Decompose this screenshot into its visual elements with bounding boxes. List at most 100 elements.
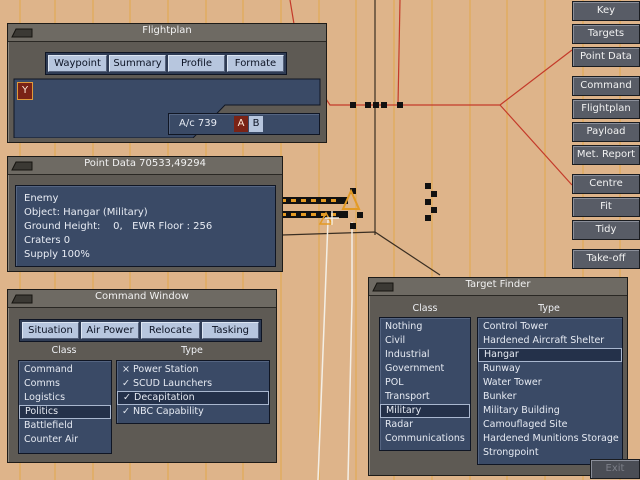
payload-button[interactable]: Payload [572,122,640,142]
flightplan-titlebar[interactable]: Flightplan [8,24,326,42]
command-class-item[interactable]: Counter Air [19,433,111,447]
command-button[interactable]: Command [572,76,640,96]
command-class-item[interactable]: Logistics [19,391,111,405]
command-type-item[interactable]: ✓ NBC Capability [117,405,269,419]
command-title: Command Window [94,291,189,302]
target-class-list: Nothing Civil Industrial Government POL … [379,317,471,451]
tab-profile[interactable]: Profile [168,55,225,72]
target-type-item-selected[interactable]: Hangar [478,348,622,362]
tidy-button[interactable]: Tidy [572,220,640,240]
target-class-header: Class [412,303,438,314]
command-titlebar[interactable]: Command Window [8,290,276,308]
target-type-item[interactable]: Water Tower [478,376,622,390]
target-type-item[interactable]: Runway [478,362,622,376]
waypoint-y[interactable]: Y [17,82,33,100]
tab-formate[interactable]: Formate [227,55,284,72]
targets-button[interactable]: Targets [572,24,640,44]
tab-air-power[interactable]: Air Power [81,322,139,339]
exit-button[interactable]: Exit [590,459,640,479]
target-type-item[interactable]: Military Building [478,404,622,418]
target-class-item[interactable]: Nothing [380,320,470,334]
point-data-supply: Supply 100% [24,249,90,260]
command-type-label: NBC Capability [133,406,204,417]
command-class-item[interactable]: Command [19,363,111,377]
route-marker [365,102,371,108]
command-class-item-selected[interactable]: Politics [19,405,111,419]
route-marker [350,102,356,108]
target-type-item[interactable]: Hardened Munitions Storage [478,432,622,446]
map-line [281,231,441,276]
target-class-item-selected[interactable]: Military [380,404,470,418]
point-data-titlebar[interactable]: Point Data 70533,49294 [8,157,282,175]
point-data-button[interactable]: Point Data [572,47,640,67]
tab-waypoint[interactable]: Waypoint [48,55,107,72]
target-type-list: Control Tower Hardened Aircraft Shelter … [477,317,623,465]
check-icon: ✓ [122,378,130,389]
centre-button[interactable]: Centre [572,174,640,194]
tab-relocate[interactable]: Relocate [141,322,200,339]
flightplan-button[interactable]: Flightplan [572,99,640,119]
border-line [289,0,573,106]
target-class-item[interactable]: Civil [380,334,470,348]
key-button[interactable]: Key [572,1,640,21]
point-data-height: Ground Height: 0, EWR Floor : 256 [24,221,213,232]
border-line [397,0,401,106]
target-type-item[interactable]: Control Tower [478,320,622,334]
point-data-craters: Craters 0 [24,235,71,246]
check-icon: ✓ [123,392,131,403]
route-marker [431,191,437,197]
aircraft-slot-b[interactable]: B [249,116,263,132]
road [347,222,353,480]
point-data-panel: Enemy Object: Hangar (Military) Ground H… [15,185,276,267]
route-marker [381,102,387,108]
aircraft-label: A/c 739 [179,118,217,129]
route-marker [425,183,431,189]
aircraft-slot-a[interactable]: A [234,116,248,132]
command-class-header: Class [51,345,77,356]
target-finder-window: Target Finder Class Type Nothing Civil I… [368,277,628,476]
route-marker [350,223,356,229]
cross-icon: × [122,364,130,375]
flightplan-tabs: Waypoint Summary Profile Formate [45,52,287,75]
command-type-item[interactable]: ✓ SCUD Launchers [117,377,269,391]
command-type-item[interactable]: × Power Station [117,363,269,377]
point-data-side: Enemy [24,193,59,204]
target-class-item[interactable]: Transport [380,390,470,404]
command-class-list: Command Comms Logistics Politics Battlef… [18,360,112,454]
met-report-button[interactable]: Met. Report [572,145,640,165]
tab-tasking[interactable]: Tasking [202,322,259,339]
command-window: Command Window Situation Air Power Reloc… [7,289,277,463]
target-class-item[interactable]: POL [380,376,470,390]
aircraft-panel: A/c 739 A B [168,113,320,135]
flightplan-window: Flightplan Waypoint Summary Profile Form… [7,23,327,143]
command-type-list: × Power Station ✓ SCUD Launchers ✓ Decap… [116,360,270,424]
command-class-item[interactable]: Comms [19,377,111,391]
command-tabs: Situation Air Power Relocate Tasking [19,319,262,342]
check-icon: ✓ [122,406,130,417]
target-type-header: Type [538,303,560,314]
target-class-item[interactable]: Government [380,362,470,376]
take-off-button[interactable]: Take-off [572,249,640,269]
target-finder-titlebar[interactable]: Target Finder [369,278,627,296]
command-class-item[interactable]: Battlefield [19,419,111,433]
tab-situation[interactable]: Situation [22,322,79,339]
route-marker [425,199,431,205]
tab-summary[interactable]: Summary [109,55,166,72]
route-marker [373,102,379,108]
target-type-item[interactable]: Strongpoint [478,446,622,460]
route-marker [397,102,403,108]
command-type-item-selected[interactable]: ✓ Decapitation [117,391,269,405]
target-type-item[interactable]: Hardened Aircraft Shelter [478,334,622,348]
target-class-item[interactable]: Industrial [380,348,470,362]
border-line [499,104,573,186]
command-type-label: Decapitation [134,392,195,403]
command-type-label: Power Station [133,364,199,375]
target-type-item[interactable]: Camouflaged Site [478,418,622,432]
target-finder-title: Target Finder [465,279,531,290]
target-type-item[interactable]: Bunker [478,390,622,404]
target-class-item[interactable]: Radar [380,418,470,432]
fit-button[interactable]: Fit [572,197,640,217]
route-marker [425,215,431,221]
target-class-item[interactable]: Communications [380,432,470,446]
flightplan-title: Flightplan [142,25,192,36]
